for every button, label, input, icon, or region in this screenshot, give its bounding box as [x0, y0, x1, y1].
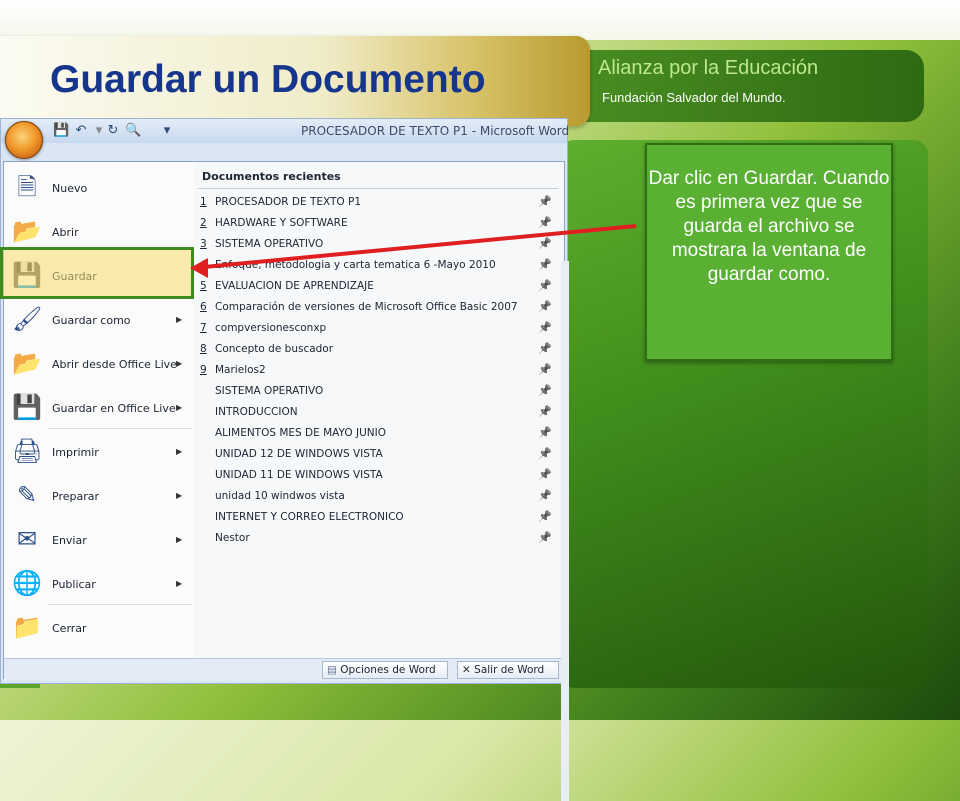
callout-text: Dar clic en Guardar. Cuando es primera v… [648, 168, 890, 285]
instruction-callout: Dar clic en Guardar. Cuando es primera v… [645, 143, 893, 361]
